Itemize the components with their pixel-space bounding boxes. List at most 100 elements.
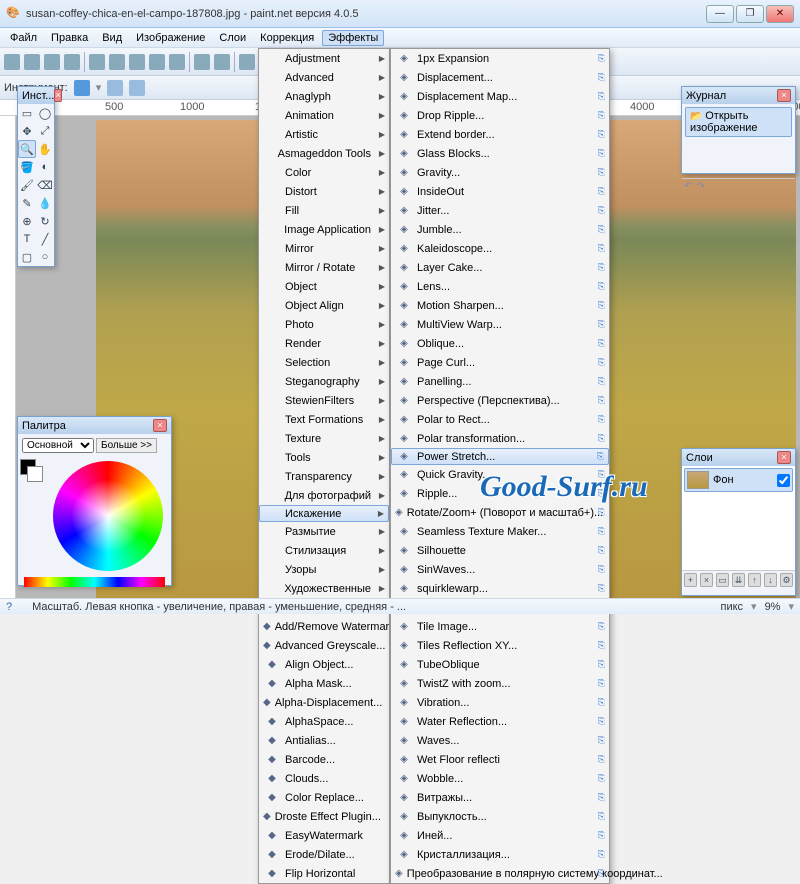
menu-item[interactable]: Для фотографий▶ <box>259 486 389 505</box>
menu-item[interactable]: ◆Erode/Dilate... <box>259 845 389 864</box>
copy-icon[interactable] <box>109 54 125 70</box>
menu-item[interactable]: Steganography▶ <box>259 372 389 391</box>
menu-item[interactable]: Узоры▶ <box>259 560 389 579</box>
menu-item[interactable]: Искажение▶ <box>259 505 389 522</box>
menu-item[interactable]: Texture▶ <box>259 429 389 448</box>
menu-item[interactable]: Photo▶ <box>259 315 389 334</box>
menu-item[interactable]: StewienFilters▶ <box>259 391 389 410</box>
pan-tool[interactable]: ✋ <box>36 140 54 158</box>
menu-item[interactable]: Distort▶ <box>259 182 389 201</box>
menu-item[interactable]: ◈Wobble...⎘ <box>391 769 609 788</box>
menu-эффекты[interactable]: Эффекты <box>322 30 384 46</box>
menu-item[interactable]: Adjustment▶ <box>259 49 389 68</box>
maximize-button[interactable]: ❐ <box>736 5 764 23</box>
color-wheel[interactable] <box>53 461 163 571</box>
menu-item[interactable]: Object Align▶ <box>259 296 389 315</box>
move-up-icon[interactable]: ↑ <box>748 573 761 587</box>
menu-item[interactable]: ◈Ripple...⎘ <box>391 484 609 503</box>
tools-panel[interactable]: Инст... × ▭ ◯ ✥ ⤢ 🔍 ✋ 🪣 ◐ 🖌 ⌫ ✎ 💧 ⊕ ↻ T … <box>17 86 55 267</box>
menu-item[interactable]: ◈Silhouette⎘ <box>391 541 609 560</box>
menu-item[interactable]: ◈Витражы...⎘ <box>391 788 609 807</box>
menu-item[interactable]: ◆Barcode... <box>259 750 389 769</box>
menu-item[interactable]: ◈Oblique...⎘ <box>391 334 609 353</box>
menu-item[interactable]: ◈Vibration...⎘ <box>391 693 609 712</box>
menu-item[interactable]: ◈Кристаллизация...⎘ <box>391 845 609 864</box>
menu-item[interactable]: ◈TwistZ with zoom...⎘ <box>391 674 609 693</box>
menu-item[interactable]: Художественные▶ <box>259 579 389 598</box>
menu-item[interactable]: ◈Displacement Map...⎘ <box>391 87 609 106</box>
menu-item[interactable]: ◈Преобразование в полярную систему коорд… <box>391 864 609 883</box>
delete-layer-icon[interactable]: × <box>700 573 713 587</box>
gradient-tool[interactable]: ◐ <box>36 158 54 176</box>
zoom-tool[interactable]: 🔍 <box>18 140 36 158</box>
menu-item[interactable]: ◆Alpha Mask... <box>259 674 389 693</box>
menu-item[interactable]: Color▶ <box>259 163 389 182</box>
menu-item[interactable]: ◈Tiles Reflection XY...⎘ <box>391 636 609 655</box>
menu-item[interactable]: ◈Panelling...⎘ <box>391 372 609 391</box>
menu-item[interactable]: ◆EasyWatermark <box>259 826 389 845</box>
undo-icon[interactable]: ↶ <box>684 181 692 192</box>
menu-изображение[interactable]: Изображение <box>130 30 211 46</box>
menu-файл[interactable]: Файл <box>4 30 43 46</box>
rect-tool[interactable]: ▢ <box>18 248 36 266</box>
grid-icon[interactable] <box>239 54 255 70</box>
hue-strip[interactable] <box>24 577 165 587</box>
layer-props-icon[interactable]: ⚙ <box>780 573 793 587</box>
new-icon[interactable] <box>4 54 20 70</box>
menu-item[interactable]: ◈TubeOblique⎘ <box>391 655 609 674</box>
undo-icon[interactable] <box>194 54 210 70</box>
menu-item[interactable]: ◆Add/Remove Watermark... <box>259 617 389 636</box>
menu-item[interactable]: Selection▶ <box>259 353 389 372</box>
menu-item[interactable]: ◆Align Object... <box>259 655 389 674</box>
ellipse-tool[interactable]: ○ <box>36 248 54 266</box>
menu-item[interactable]: Asmageddon Tools▶ <box>259 144 389 163</box>
menu-item[interactable]: ◈Quick Gravity...⎘ <box>391 465 609 484</box>
menu-вид[interactable]: Вид <box>96 30 128 46</box>
menu-item[interactable]: Advanced▶ <box>259 68 389 87</box>
menu-правка[interactable]: Правка <box>45 30 94 46</box>
layer-visible-checkbox[interactable] <box>777 474 790 487</box>
redo-icon[interactable]: ↷ <box>696 181 704 192</box>
merge-layer-icon[interactable]: ⇊ <box>732 573 745 587</box>
menu-item[interactable]: ◈Drop Ripple...⎘ <box>391 106 609 125</box>
open-icon[interactable] <box>24 54 40 70</box>
menu-item[interactable]: ◈Polar to Rect...⎘ <box>391 410 609 429</box>
menu-коррекция[interactable]: Коррекция <box>254 30 320 46</box>
menu-item[interactable]: ◆Color Replace... <box>259 788 389 807</box>
move-down-icon[interactable]: ↓ <box>764 573 777 587</box>
menu-item[interactable]: Animation▶ <box>259 106 389 125</box>
menu-item[interactable]: ◈Polar transformation...⎘ <box>391 429 609 448</box>
close-icon[interactable]: × <box>777 451 791 464</box>
zoom-in-icon[interactable] <box>107 80 123 96</box>
brush-tool[interactable]: 🖌 <box>18 176 36 194</box>
menu-item[interactable]: ◆Antialias... <box>259 731 389 750</box>
redo-icon[interactable] <box>214 54 230 70</box>
menu-item[interactable]: ◈1px Expansion⎘ <box>391 49 609 68</box>
primary-color-swatch[interactable] <box>20 459 36 475</box>
help-icon[interactable]: ? <box>6 601 12 613</box>
picker-tool[interactable]: 💧 <box>36 194 54 212</box>
menu-item[interactable]: ◈Extend border...⎘ <box>391 125 609 144</box>
duplicate-layer-icon[interactable]: ▭ <box>716 573 729 587</box>
menu-item[interactable]: ◆Alpha-Displacement... <box>259 693 389 712</box>
menu-item[interactable]: Artistic▶ <box>259 125 389 144</box>
menu-item[interactable]: ◆Droste Effect Plugin... <box>259 807 389 826</box>
menu-item[interactable]: ◈Page Curl...⎘ <box>391 353 609 372</box>
menu-item[interactable]: Image Application▶ <box>259 220 389 239</box>
menu-item[interactable]: ◈Displacement...⎘ <box>391 68 609 87</box>
lasso-tool[interactable]: ◯ <box>36 104 54 122</box>
menu-item[interactable]: ◈Иней...⎘ <box>391 826 609 845</box>
menu-слои[interactable]: Слои <box>213 30 252 46</box>
move-selection-tool[interactable]: ⤢ <box>36 122 54 140</box>
menu-item[interactable]: ◈squirklewarp...⎘ <box>391 579 609 598</box>
history-item[interactable]: 📂 Открыть изображение <box>685 107 792 137</box>
menu-item[interactable]: Fill▶ <box>259 201 389 220</box>
palette-panel[interactable]: Палитра × Основной Больше >> <box>17 416 172 586</box>
tools-panel-header[interactable]: Инст... × <box>18 87 54 104</box>
magnify-icon[interactable] <box>74 80 90 96</box>
menu-item[interactable]: ◆AlphaSpace... <box>259 712 389 731</box>
menu-item[interactable]: ◈Perspective (Перспектива)...⎘ <box>391 391 609 410</box>
menu-item[interactable]: Object▶ <box>259 277 389 296</box>
close-icon[interactable]: × <box>54 89 61 102</box>
close-icon[interactable]: × <box>777 89 791 102</box>
